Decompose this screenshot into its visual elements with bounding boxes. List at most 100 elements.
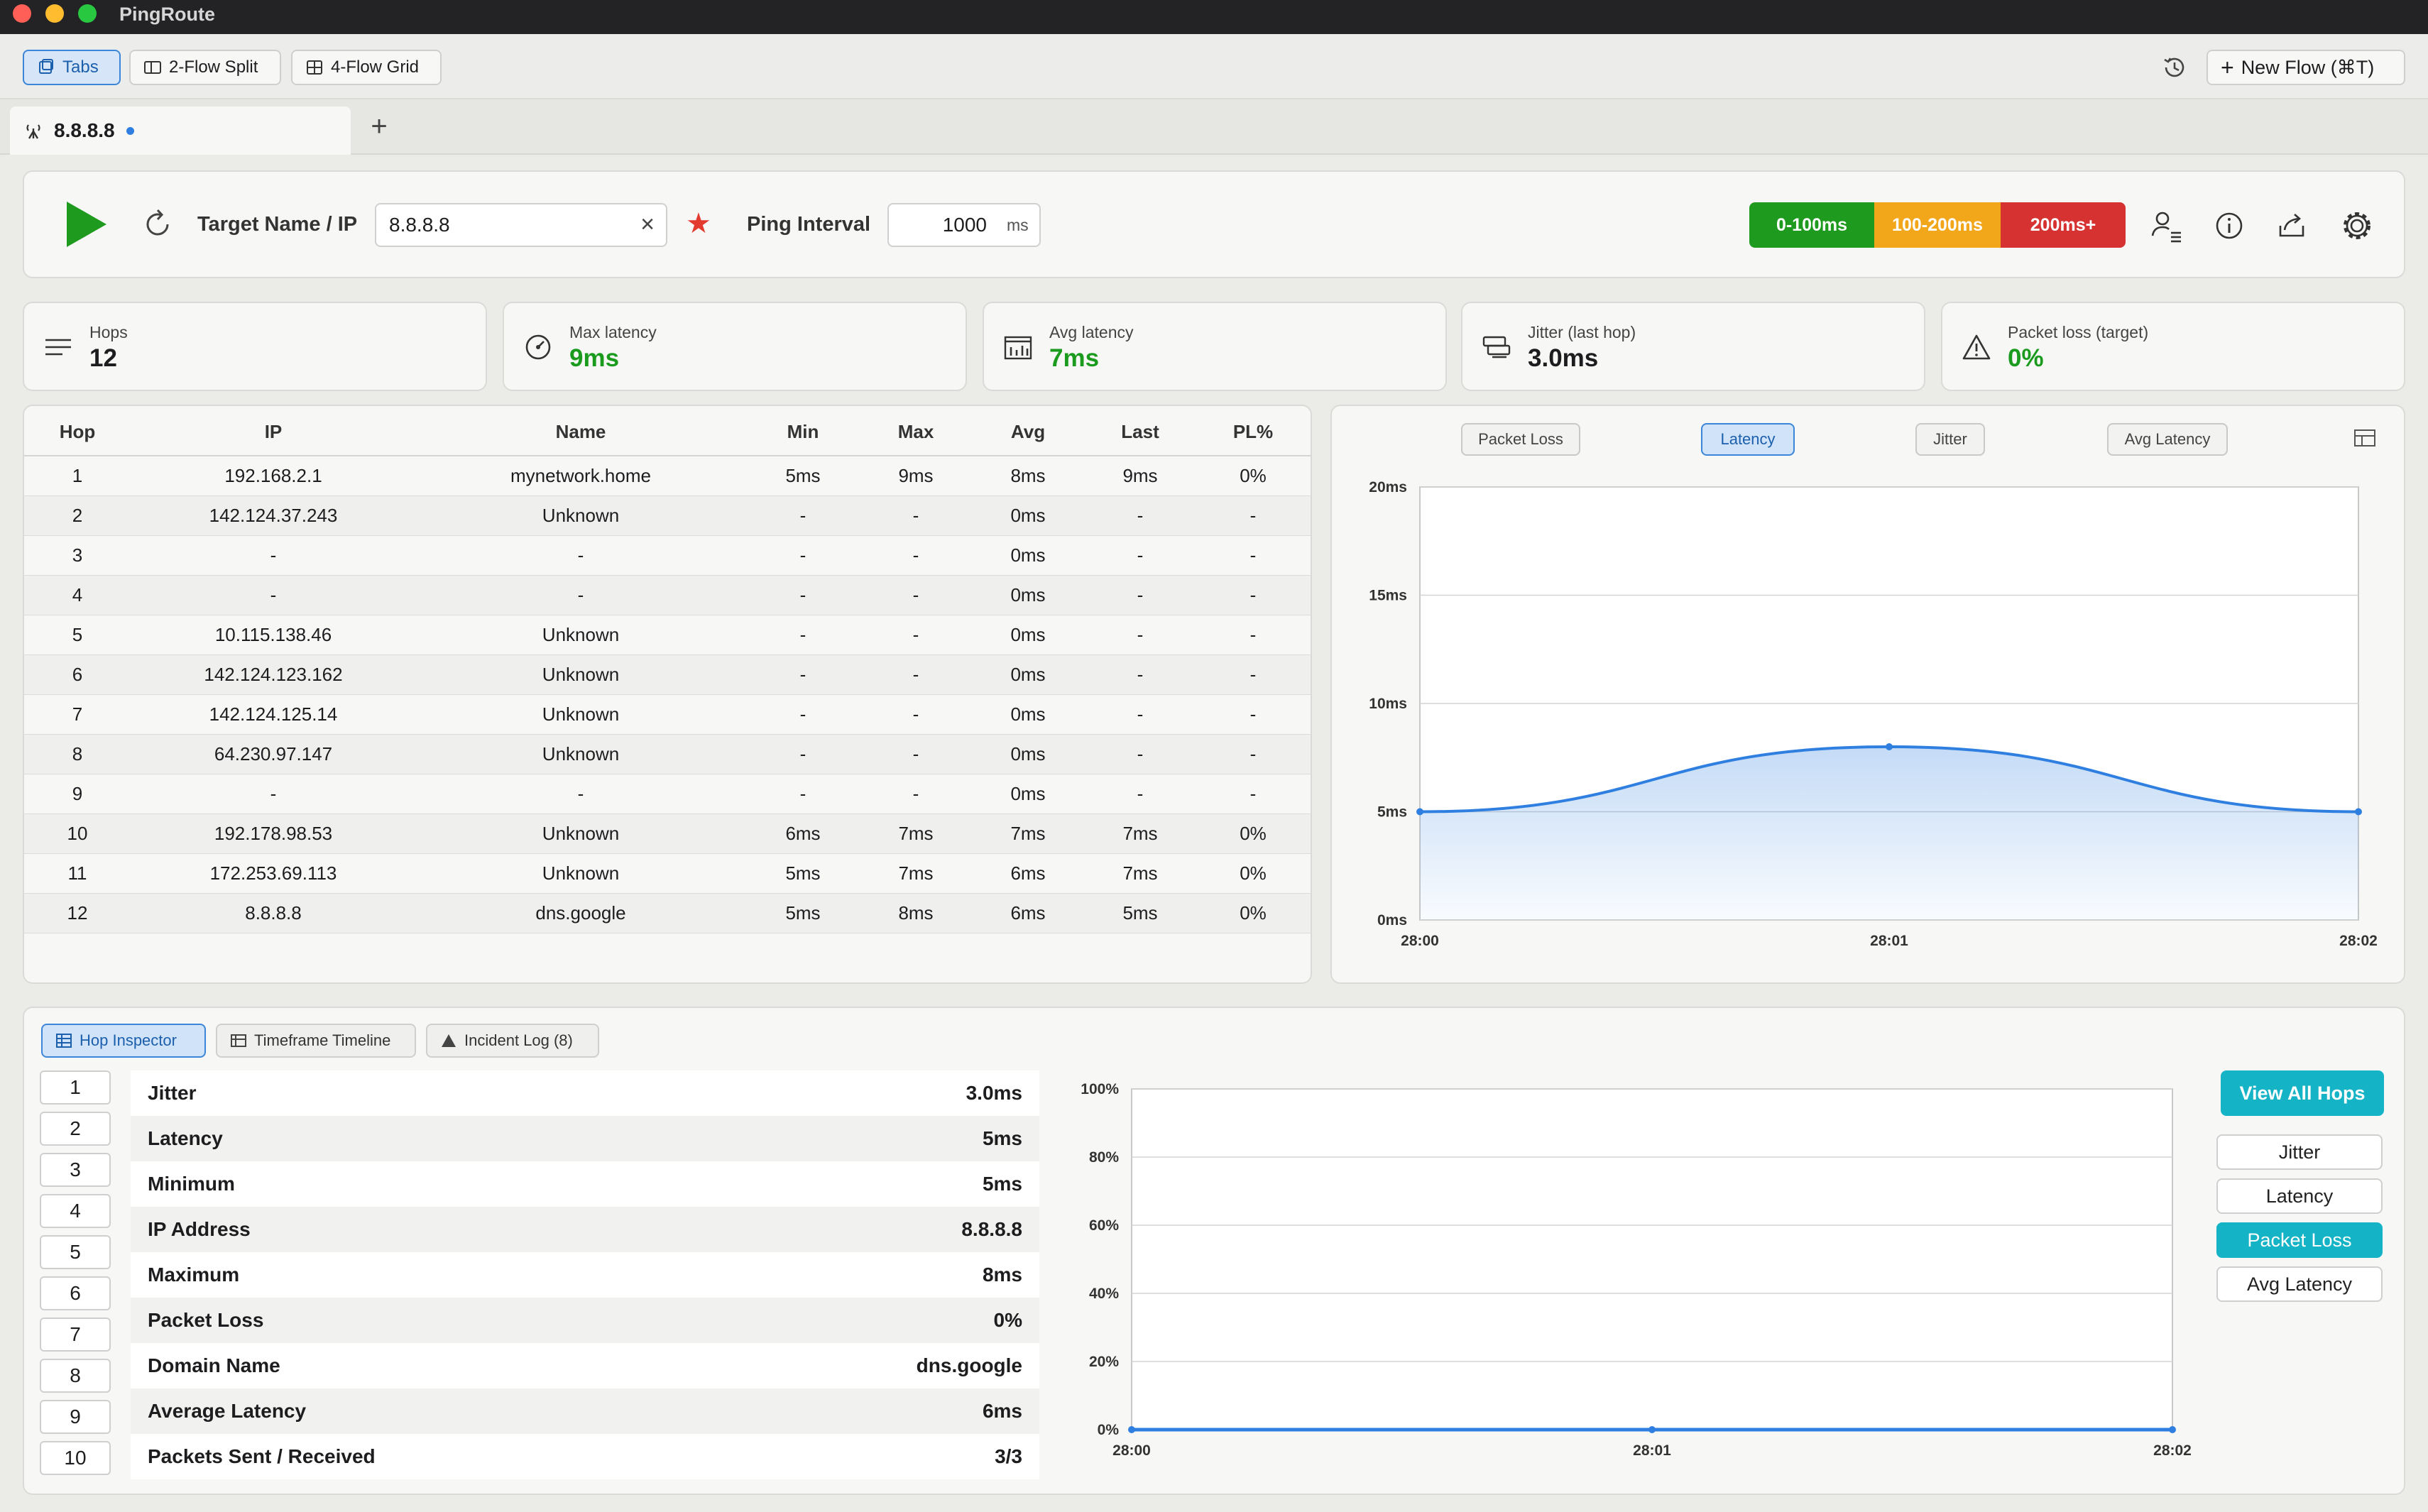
y-tick-label: 15ms <box>1369 588 1407 604</box>
info-icon <box>2216 212 2243 239</box>
history-icon <box>2164 57 2184 77</box>
chart-options-button[interactable] <box>2353 427 2377 449</box>
tab-timeline[interactable]: Timeframe Timeline <box>216 1024 416 1058</box>
clear-icon[interactable]: × <box>632 210 663 241</box>
hop-selector-item[interactable]: 8 <box>40 1359 111 1393</box>
metric-jitter-button[interactable]: Jitter <box>2216 1134 2383 1170</box>
refresh-button[interactable] <box>139 206 176 243</box>
flow-tab[interactable]: 8.8.8.8 <box>10 106 351 155</box>
add-tab-button[interactable]: + <box>363 112 395 143</box>
table-row[interactable]: 1 192.168.2.1 mynetwork.home 5ms 9ms 8ms 9ms 0% <box>24 456 1311 496</box>
table-cell: Unknown <box>416 694 745 735</box>
hop-selector-item[interactable]: 7 <box>40 1317 111 1352</box>
data-point[interactable] <box>1416 808 1423 816</box>
data-point[interactable] <box>1886 743 1893 750</box>
settings-button[interactable] <box>2336 204 2378 247</box>
target-input[interactable]: 8.8.8.8 <box>375 203 667 247</box>
inspector-value: 3/3 <box>995 1445 1022 1467</box>
start-button[interactable] <box>64 199 109 250</box>
table-cell: - <box>860 774 971 814</box>
table-cell: - <box>1085 615 1196 655</box>
data-point[interactable] <box>2355 808 2362 816</box>
inspector-value: 8ms <box>982 1264 1022 1286</box>
column-header[interactable]: Max <box>860 409 971 456</box>
metric-packet-loss-button[interactable]: Packet Loss <box>2216 1222 2383 1258</box>
user-list-button[interactable] <box>2145 204 2188 247</box>
metric-avg-latency-button[interactable]: Avg Latency <box>2216 1266 2383 1302</box>
y-tick-label: 5ms <box>1377 804 1407 821</box>
hop-selector-item[interactable]: 1 <box>40 1070 111 1105</box>
hops-value: 12 <box>89 344 117 372</box>
jitter-card: Jitter (last hop) 3.0ms <box>1461 302 1925 391</box>
hop-selector-item[interactable]: 3 <box>40 1153 111 1187</box>
split-2-button[interactable]: 2-Flow Split <box>129 50 281 85</box>
column-header[interactable]: Name <box>416 409 745 456</box>
inspector-label: Packet Loss <box>148 1309 264 1331</box>
table-row[interactable]: 11 172.253.69.113 Unknown 5ms 7ms 6ms 7ms 0% <box>24 853 1311 894</box>
table-row[interactable]: 12 8.8.8.8 dns.google 5ms 8ms 6ms 5ms 0% <box>24 893 1311 933</box>
incident-log-label: Incident Log (8) <box>464 1031 573 1049</box>
table-row[interactable]: 8 64.230.97.147 Unknown - -0ms - - <box>24 734 1311 774</box>
table-cell: - <box>1085 495 1196 536</box>
hop-selector-item[interactable]: 5 <box>40 1235 111 1269</box>
share-button[interactable] <box>2270 204 2313 247</box>
hop-selector-item[interactable]: 2 <box>40 1112 111 1146</box>
chart-tab-packet-loss[interactable]: Packet Loss <box>1461 423 1580 456</box>
list-lines-icon <box>45 339 71 356</box>
minimize-window-button[interactable] <box>45 4 64 23</box>
chart-tab-latency[interactable]: Latency <box>1701 423 1795 456</box>
table-cell: 8 <box>24 734 131 774</box>
tabs-mode-button[interactable]: Tabs <box>23 50 121 85</box>
table-row[interactable]: 6 142.124.123.162 Unknown - -0ms - - <box>24 654 1311 695</box>
table-cell: - <box>131 774 416 814</box>
table-cell: - <box>416 535 745 576</box>
table-cell: 0ms <box>971 535 1085 576</box>
info-button[interactable] <box>2208 204 2251 247</box>
data-point[interactable] <box>2169 1426 2176 1433</box>
column-header[interactable]: IP <box>131 409 416 456</box>
inspector-row: Packet Loss 0% <box>131 1298 1039 1343</box>
table-row[interactable]: 7 142.124.125.14 Unknown - -0ms - - <box>24 694 1311 735</box>
table-row[interactable]: 9- - - -0ms - - <box>24 774 1311 814</box>
table-cell: 0ms <box>971 774 1085 814</box>
table-row[interactable]: 2 142.124.37.243 Unknown - -0ms - - <box>24 495 1311 536</box>
grid-4-button[interactable]: 4-Flow Grid <box>291 50 442 85</box>
y-tick-label: 20ms <box>1369 479 1407 495</box>
x-tick-label: 28:01 <box>1870 933 1908 949</box>
history-button[interactable] <box>2160 53 2189 82</box>
view-all-hops-button[interactable]: View All Hops <box>2221 1070 2384 1116</box>
table-row[interactable]: 4- - - -0ms - - <box>24 575 1311 615</box>
chart-tab-avg-latency[interactable]: Avg Latency <box>2107 423 2228 456</box>
table-row[interactable]: 10 192.178.98.53 Unknown 6ms 7ms 7ms 7ms 0% <box>24 813 1311 854</box>
table-row[interactable]: 3- - - -0ms - - <box>24 535 1311 576</box>
column-header[interactable]: Hop <box>24 409 131 456</box>
new-flow-label: New Flow (⌘T) <box>2241 56 2375 78</box>
table-cell: 0% <box>1196 456 1311 496</box>
metric-latency-button[interactable]: Latency <box>2216 1178 2383 1214</box>
data-point[interactable] <box>1648 1426 1656 1433</box>
y-tick-label: 20% <box>1089 1354 1119 1370</box>
data-point[interactable] <box>1128 1426 1135 1433</box>
hop-selector-item[interactable]: 4 <box>40 1194 111 1228</box>
tab-hop-inspector[interactable]: Hop Inspector <box>41 1024 206 1058</box>
new-flow-button[interactable]: + New Flow (⌘T) <box>2206 50 2405 85</box>
chart-tab-jitter[interactable]: Jitter <box>1915 423 1985 456</box>
column-header[interactable]: Avg <box>971 409 1085 456</box>
close-window-button[interactable] <box>13 4 31 23</box>
table-cell: - <box>860 495 971 536</box>
hop-selector-item[interactable]: 6 <box>40 1276 111 1310</box>
jitter-value: 3.0ms <box>1528 344 1599 372</box>
table-cell: - <box>860 654 971 695</box>
zoom-window-button[interactable] <box>78 4 97 23</box>
hop-selector-item[interactable]: 9 <box>40 1400 111 1434</box>
table-row[interactable]: 5 10.115.138.46 Unknown - -0ms - - <box>24 615 1311 655</box>
stacked-cards-icon <box>1482 336 1511 358</box>
column-header[interactable]: Min <box>745 409 860 456</box>
column-header[interactable]: PL% <box>1196 409 1311 456</box>
tab-incident-log[interactable]: Incident Log (8) <box>426 1024 599 1058</box>
favorite-star-icon[interactable]: ★ <box>686 207 711 240</box>
table-cell: - <box>745 694 860 735</box>
column-header[interactable]: Last <box>1085 409 1196 456</box>
table-cell: - <box>1085 694 1196 735</box>
hop-selector-item[interactable]: 10 <box>40 1441 111 1475</box>
